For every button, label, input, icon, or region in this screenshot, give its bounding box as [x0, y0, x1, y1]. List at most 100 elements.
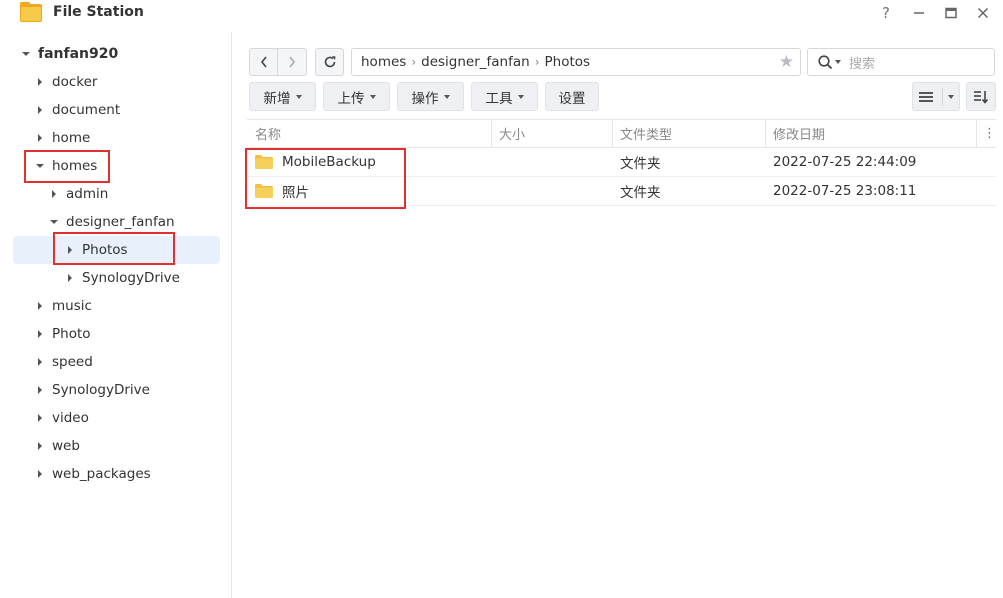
- tree-item-label: designer_fanfan: [66, 214, 175, 230]
- folder-tree-sidebar: fanfan920 docker document home homes adm…: [0, 32, 232, 598]
- minimize-button[interactable]: [908, 2, 930, 24]
- collapsed-arrow-icon[interactable]: [64, 272, 76, 284]
- expanded-arrow-icon[interactable]: [48, 216, 60, 228]
- tools-button[interactable]: 工具: [471, 82, 538, 111]
- chevron-down-icon[interactable]: [947, 94, 954, 99]
- path-segment-designer-fanfan[interactable]: designer_fanfan: [421, 54, 530, 70]
- tree-item-photo[interactable]: Photo: [34, 320, 91, 348]
- file-type-cell: 文件夹: [620, 185, 661, 201]
- tree-item-label: docker: [52, 74, 98, 90]
- create-button[interactable]: 新增: [249, 82, 316, 111]
- settings-button[interactable]: 设置: [545, 82, 599, 111]
- refresh-icon: [324, 56, 335, 68]
- view-mode-button[interactable]: [912, 82, 960, 111]
- tree-item-photos[interactable]: Photos: [64, 236, 128, 264]
- search-options-caret-icon[interactable]: [835, 60, 841, 64]
- search-input[interactable]: 搜索: [807, 48, 995, 76]
- collapsed-arrow-icon[interactable]: [34, 328, 46, 340]
- maximize-button[interactable]: [940, 2, 962, 24]
- collapsed-arrow-icon[interactable]: [34, 76, 46, 88]
- column-header-name[interactable]: 名称: [247, 120, 492, 147]
- collapsed-arrow-icon[interactable]: [48, 188, 60, 200]
- tree-item-label: Photos: [82, 242, 128, 258]
- tree-item-document[interactable]: document: [34, 96, 120, 124]
- minimize-icon: [914, 12, 924, 14]
- column-header-size[interactable]: 大小: [491, 120, 612, 147]
- collapsed-arrow-icon[interactable]: [34, 132, 46, 144]
- action-button-label: 操作: [411, 90, 439, 107]
- expanded-arrow-icon[interactable]: [20, 48, 32, 60]
- column-options-icon[interactable]: ⋮: [979, 120, 996, 147]
- sort-button[interactable]: [966, 82, 996, 111]
- upload-button[interactable]: 上传: [323, 82, 390, 111]
- table-row[interactable]: 照片 文件夹 2022-07-25 23:08:11: [247, 177, 996, 206]
- tree-item-label: SynologyDrive: [82, 270, 180, 286]
- tree-item-homes[interactable]: homes: [34, 152, 97, 180]
- tree-item-web-packages[interactable]: web_packages: [34, 460, 151, 488]
- collapsed-arrow-icon[interactable]: [64, 244, 76, 256]
- table-row[interactable]: MobileBackup 文件夹 2022-07-25 22:44:09: [247, 148, 996, 177]
- path-segment-homes[interactable]: homes: [361, 54, 406, 70]
- file-name-label: MobileBackup: [282, 154, 376, 170]
- path-bar[interactable]: homes › designer_fanfan › Photos ★: [351, 48, 801, 76]
- collapsed-arrow-icon[interactable]: [34, 412, 46, 424]
- forward-button[interactable]: [278, 48, 307, 76]
- tree-item-label: video: [52, 410, 89, 426]
- file-station-app-icon: [20, 2, 42, 22]
- collapsed-arrow-icon[interactable]: [34, 104, 46, 116]
- file-modified-cell: 2022-07-25 23:08:11: [773, 183, 917, 199]
- chevron-down-icon: [443, 94, 450, 99]
- help-button[interactable]: ?: [875, 2, 897, 24]
- favorite-star-icon[interactable]: ★: [779, 52, 794, 72]
- file-type-cell: 文件夹: [620, 156, 661, 172]
- collapsed-arrow-icon[interactable]: [34, 384, 46, 396]
- back-button[interactable]: [249, 48, 278, 76]
- collapsed-arrow-icon[interactable]: [34, 300, 46, 312]
- tree-item-label: SynologyDrive: [52, 382, 150, 398]
- sort-icon: [974, 90, 989, 104]
- tree-item-label: document: [52, 102, 121, 118]
- tree-item-speed[interactable]: speed: [34, 348, 93, 376]
- tree-item-web[interactable]: web: [34, 432, 80, 460]
- tree-item-home[interactable]: home: [34, 124, 90, 152]
- file-name-cell[interactable]: 照片: [255, 177, 491, 205]
- tree-item-video[interactable]: video: [34, 404, 89, 432]
- tree-item-admin[interactable]: admin: [48, 180, 108, 208]
- close-button[interactable]: [972, 2, 994, 24]
- collapsed-arrow-icon[interactable]: [34, 356, 46, 368]
- chevron-down-icon: [517, 94, 524, 99]
- divider: [941, 87, 943, 106]
- tree-item-designer-fanfan[interactable]: designer_fanfan: [48, 208, 175, 236]
- refresh-button[interactable]: [315, 48, 344, 76]
- tools-button-label: 工具: [485, 90, 513, 107]
- path-separator-icon: ›: [411, 55, 417, 69]
- tree-item-label: Photo: [52, 326, 91, 342]
- tree-item-label: homes: [52, 158, 98, 174]
- tree-item-music[interactable]: music: [34, 292, 92, 320]
- folder-icon: [255, 184, 273, 198]
- create-button-label: 新增: [263, 90, 291, 107]
- search-icon[interactable]: [818, 54, 833, 70]
- expanded-arrow-icon[interactable]: [34, 160, 46, 172]
- collapsed-arrow-icon[interactable]: [34, 440, 46, 452]
- maximize-icon: [945, 7, 957, 19]
- collapsed-arrow-icon[interactable]: [34, 468, 46, 480]
- column-divider[interactable]: [976, 120, 977, 147]
- tree-root-fanfan920[interactable]: fanfan920: [20, 40, 118, 68]
- file-name-label: 照片: [282, 185, 309, 201]
- upload-button-label: 上传: [337, 90, 365, 107]
- action-button[interactable]: 操作: [397, 82, 464, 111]
- column-header-modified[interactable]: 修改日期: [765, 120, 975, 147]
- file-name-cell[interactable]: MobileBackup: [255, 148, 491, 176]
- tree-item-synologydrive[interactable]: SynologyDrive: [34, 376, 150, 404]
- file-size-cell: [499, 148, 612, 176]
- tree-item-docker[interactable]: docker: [34, 68, 97, 96]
- file-list-header: 名称 大小 文件类型 修改日期 ⋮: [247, 119, 996, 148]
- tree-item-synologydrive-sub[interactable]: SynologyDrive: [64, 264, 180, 292]
- chevron-right-icon: [289, 56, 296, 68]
- title-bar: File Station ?: [0, 0, 1003, 32]
- tree-item-label: home: [52, 130, 91, 146]
- path-segment-photos[interactable]: Photos: [545, 54, 591, 70]
- window-title: File Station: [53, 4, 144, 20]
- column-header-type[interactable]: 文件类型: [612, 120, 765, 147]
